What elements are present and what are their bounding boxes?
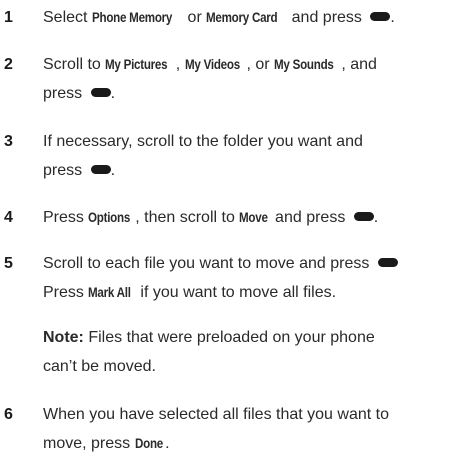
step-text: If necessary, scroll to the folder you w… xyxy=(43,127,463,185)
text: , then scroll to xyxy=(135,209,240,226)
menu-option-my-sounds: My Sounds xyxy=(274,57,334,72)
note-label: Note: xyxy=(43,329,84,346)
text: Scroll to xyxy=(43,56,106,73)
note-text: Files that were preloaded on your phone xyxy=(83,329,375,346)
step-line: Press Options , then scroll to Move and p… xyxy=(43,203,463,232)
center-select-key-icon xyxy=(90,88,111,98)
center-select-key-icon xyxy=(90,165,111,175)
menu-option-phone-memory: Phone Memory xyxy=(91,10,173,25)
text: Press xyxy=(43,284,89,301)
menu-option-options: Options xyxy=(88,210,131,225)
menu-option-mark-all: Mark All xyxy=(88,285,132,300)
text: and press xyxy=(270,209,350,226)
text: , xyxy=(175,56,185,73)
note: Note: Files that were preloaded on your … xyxy=(43,323,463,352)
menu-option-done: Done xyxy=(134,436,163,451)
text: press xyxy=(43,162,87,179)
step-line: press . xyxy=(43,85,116,102)
center-select-key-icon xyxy=(353,212,374,222)
step-line: If necessary, scroll to the folder you w… xyxy=(43,133,363,150)
step-number: 2 xyxy=(4,56,13,73)
step-line: Press Mark All if you want to move all f… xyxy=(43,278,463,307)
step-line: press . xyxy=(43,162,116,179)
text: Scroll to each file you want to move and… xyxy=(43,255,374,272)
step-text: Scroll to My Pictures, My Videos , or My … xyxy=(43,50,463,108)
text: , and xyxy=(341,56,377,73)
menu-option-my-pictures: My Pictures xyxy=(105,57,168,72)
step-line: Select Phone Memory or Memory Card and p… xyxy=(43,3,463,32)
text: . xyxy=(165,435,170,452)
menu-option-move: Move xyxy=(239,210,268,225)
text: and press xyxy=(287,9,367,26)
step-text: Press Options , then scroll to Move and p… xyxy=(43,203,463,232)
step-text: When you have selected all files that yo… xyxy=(43,400,463,458)
step-line: Scroll to each file you want to move and… xyxy=(43,249,463,278)
menu-option-memory-card: Memory Card xyxy=(206,10,278,25)
text: move, press xyxy=(43,435,135,452)
text: if you want to move all files. xyxy=(135,284,337,301)
text: Select xyxy=(43,9,92,26)
step-number: 6 xyxy=(4,406,13,423)
step-number: 1 xyxy=(4,9,13,26)
step-number: 4 xyxy=(4,209,13,226)
text: Press xyxy=(43,209,89,226)
step-line: Scroll to My Pictures, My Videos , or My … xyxy=(43,50,463,79)
center-select-key-icon xyxy=(377,258,398,268)
step-number: 3 xyxy=(4,133,13,150)
text: , or xyxy=(246,56,275,73)
step-number: 5 xyxy=(4,255,13,272)
center-select-key-icon xyxy=(370,12,391,22)
step-text: Scroll to each file you want to move and… xyxy=(43,249,463,381)
note-text: can’t be moved. xyxy=(43,358,156,375)
step-line: move, press Done. xyxy=(43,429,463,458)
step-text: Select Phone Memory or Memory Card and p… xyxy=(43,3,463,32)
text: press xyxy=(43,85,87,102)
step-line: When you have selected all files that yo… xyxy=(43,406,389,423)
text: or xyxy=(183,9,207,26)
menu-option-my-videos: My Videos xyxy=(184,57,240,72)
